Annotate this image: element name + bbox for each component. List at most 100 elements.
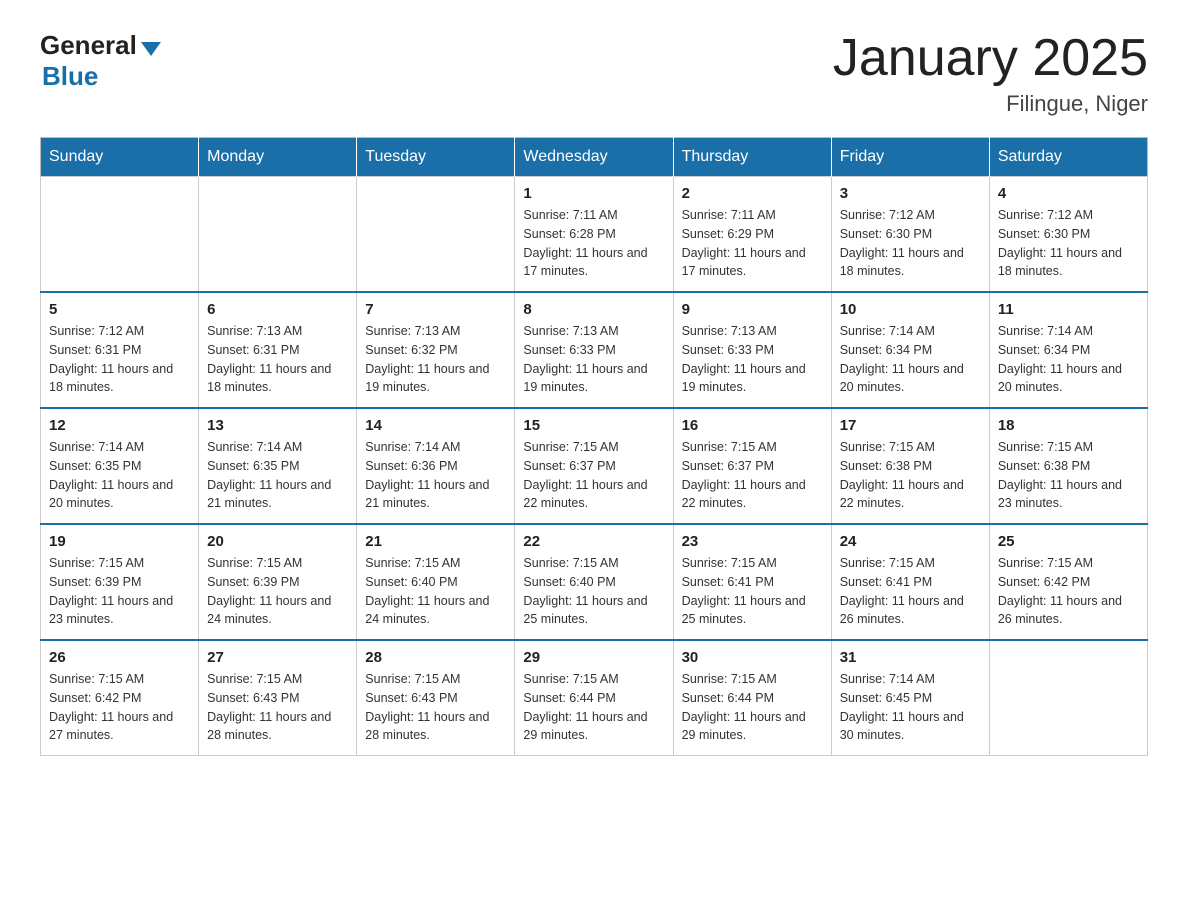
day-number: 16 <box>682 417 823 434</box>
header-day-friday: Friday <box>831 138 989 177</box>
day-info: Sunrise: 7:14 AMSunset: 6:45 PMDaylight:… <box>840 670 981 745</box>
day-number: 23 <box>682 533 823 550</box>
calendar-body: 1 Sunrise: 7:11 AMSunset: 6:28 PMDaylight… <box>41 177 1148 756</box>
header-row: SundayMondayTuesdayWednesdayThursdayFrid… <box>41 138 1148 177</box>
day-number: 4 <box>998 185 1139 202</box>
day-info: Sunrise: 7:15 AMSunset: 6:38 PMDaylight:… <box>998 438 1139 513</box>
calendar-cell <box>41 177 199 293</box>
day-number: 22 <box>523 533 664 550</box>
day-info: Sunrise: 7:14 AMSunset: 6:36 PMDaylight:… <box>365 438 506 513</box>
calendar-cell: 12 Sunrise: 7:14 AMSunset: 6:35 PMDayligh… <box>41 408 199 524</box>
day-number: 10 <box>840 301 981 318</box>
day-info: Sunrise: 7:15 AMSunset: 6:39 PMDaylight:… <box>207 554 348 629</box>
calendar-cell: 11Sunrise: 7:14 AMSunset: 6:34 PMDayligh… <box>989 292 1147 408</box>
day-info: Sunrise: 7:15 AMSunset: 6:37 PMDaylight:… <box>523 438 664 513</box>
header-day-tuesday: Tuesday <box>357 138 515 177</box>
calendar-cell: 21Sunrise: 7:15 AMSunset: 6:40 PMDayligh… <box>357 524 515 640</box>
calendar-cell: 14 Sunrise: 7:14 AMSunset: 6:36 PMDayligh… <box>357 408 515 524</box>
calendar-cell: 17 Sunrise: 7:15 AMSunset: 6:38 PMDayligh… <box>831 408 989 524</box>
calendar-cell: 6 Sunrise: 7:13 AMSunset: 6:31 PMDaylight… <box>199 292 357 408</box>
day-info: Sunrise: 7:12 AMSunset: 6:30 PMDaylight:… <box>840 206 981 281</box>
logo-blue-text: Blue <box>42 61 98 92</box>
header-day-monday: Monday <box>199 138 357 177</box>
day-info: Sunrise: 7:15 AMSunset: 6:41 PMDaylight:… <box>682 554 823 629</box>
calendar-cell: 13Sunrise: 7:14 AMSunset: 6:35 PMDayligh… <box>199 408 357 524</box>
day-number: 29 <box>523 649 664 666</box>
calendar-week-row: 12 Sunrise: 7:14 AMSunset: 6:35 PMDayligh… <box>41 408 1148 524</box>
day-number: 19 <box>49 533 190 550</box>
day-number: 15 <box>523 417 664 434</box>
day-number: 27 <box>207 649 348 666</box>
calendar-cell: 24Sunrise: 7:15 AMSunset: 6:41 PMDayligh… <box>831 524 989 640</box>
calendar-cell: 25 Sunrise: 7:15 AMSunset: 6:42 PMDayligh… <box>989 524 1147 640</box>
day-info: Sunrise: 7:15 AMSunset: 6:44 PMDaylight:… <box>682 670 823 745</box>
calendar-cell: 7Sunrise: 7:13 AMSunset: 6:32 PMDaylight… <box>357 292 515 408</box>
calendar-week-row: 19 Sunrise: 7:15 AMSunset: 6:39 PMDayligh… <box>41 524 1148 640</box>
day-info: Sunrise: 7:11 AMSunset: 6:28 PMDaylight:… <box>523 206 664 281</box>
calendar-week-row: 26 Sunrise: 7:15 AMSunset: 6:42 PMDayligh… <box>41 640 1148 756</box>
day-number: 6 <box>207 301 348 318</box>
calendar-cell: 28Sunrise: 7:15 AMSunset: 6:43 PMDayligh… <box>357 640 515 756</box>
calendar-cell <box>989 640 1147 756</box>
calendar-cell: 20 Sunrise: 7:15 AMSunset: 6:39 PMDayligh… <box>199 524 357 640</box>
day-info: Sunrise: 7:13 AMSunset: 6:32 PMDaylight:… <box>365 322 506 397</box>
day-number: 14 <box>365 417 506 434</box>
day-info: Sunrise: 7:15 AMSunset: 6:44 PMDaylight:… <box>523 670 664 745</box>
day-info: Sunrise: 7:14 AMSunset: 6:34 PMDaylight:… <box>998 322 1139 397</box>
calendar-cell: 22 Sunrise: 7:15 AMSunset: 6:40 PMDayligh… <box>515 524 673 640</box>
calendar-cell: 5 Sunrise: 7:12 AMSunset: 6:31 PMDaylight… <box>41 292 199 408</box>
calendar-week-row: 5 Sunrise: 7:12 AMSunset: 6:31 PMDaylight… <box>41 292 1148 408</box>
calendar-title: January 2025 <box>833 30 1148 87</box>
day-info: Sunrise: 7:15 AMSunset: 6:43 PMDaylight:… <box>365 670 506 745</box>
day-number: 9 <box>682 301 823 318</box>
day-info: Sunrise: 7:11 AMSunset: 6:29 PMDaylight:… <box>682 206 823 281</box>
day-number: 31 <box>840 649 981 666</box>
day-info: Sunrise: 7:13 AMSunset: 6:33 PMDaylight:… <box>682 322 823 397</box>
calendar-cell: 26 Sunrise: 7:15 AMSunset: 6:42 PMDayligh… <box>41 640 199 756</box>
title-section: January 2025 Filingue, Niger <box>833 30 1148 117</box>
day-info: Sunrise: 7:15 AMSunset: 6:43 PMDaylight:… <box>207 670 348 745</box>
logo-arrow-icon <box>141 42 161 56</box>
day-info: Sunrise: 7:15 AMSunset: 6:42 PMDaylight:… <box>49 670 190 745</box>
calendar-cell <box>199 177 357 293</box>
day-info: Sunrise: 7:15 AMSunset: 6:38 PMDaylight:… <box>840 438 981 513</box>
calendar-cell <box>357 177 515 293</box>
logo: General Blue <box>40 30 161 92</box>
day-number: 21 <box>365 533 506 550</box>
day-number: 1 <box>523 185 664 202</box>
day-number: 3 <box>840 185 981 202</box>
day-info: Sunrise: 7:14 AMSunset: 6:34 PMDaylight:… <box>840 322 981 397</box>
calendar-cell: 19 Sunrise: 7:15 AMSunset: 6:39 PMDayligh… <box>41 524 199 640</box>
calendar-cell: 3 Sunrise: 7:12 AMSunset: 6:30 PMDaylight… <box>831 177 989 293</box>
calendar-cell: 10 Sunrise: 7:14 AMSunset: 6:34 PMDayligh… <box>831 292 989 408</box>
day-info: Sunrise: 7:12 AMSunset: 6:30 PMDaylight:… <box>998 206 1139 281</box>
calendar-cell: 31 Sunrise: 7:14 AMSunset: 6:45 PMDayligh… <box>831 640 989 756</box>
calendar-cell: 2 Sunrise: 7:11 AMSunset: 6:29 PMDaylight… <box>673 177 831 293</box>
day-number: 20 <box>207 533 348 550</box>
day-number: 25 <box>998 533 1139 550</box>
calendar-week-row: 1 Sunrise: 7:11 AMSunset: 6:28 PMDaylight… <box>41 177 1148 293</box>
calendar-table: SundayMondayTuesdayWednesdayThursdayFrid… <box>40 137 1148 756</box>
calendar-cell: 9 Sunrise: 7:13 AMSunset: 6:33 PMDaylight… <box>673 292 831 408</box>
day-info: Sunrise: 7:12 AMSunset: 6:31 PMDaylight:… <box>49 322 190 397</box>
logo-general-text: General <box>40 30 137 61</box>
calendar-cell: 4 Sunrise: 7:12 AMSunset: 6:30 PMDaylight… <box>989 177 1147 293</box>
day-info: Sunrise: 7:15 AMSunset: 6:39 PMDaylight:… <box>49 554 190 629</box>
day-info: Sunrise: 7:15 AMSunset: 6:40 PMDaylight:… <box>523 554 664 629</box>
day-info: Sunrise: 7:15 AMSunset: 6:42 PMDaylight:… <box>998 554 1139 629</box>
header-day-wednesday: Wednesday <box>515 138 673 177</box>
header-day-thursday: Thursday <box>673 138 831 177</box>
day-number: 26 <box>49 649 190 666</box>
day-info: Sunrise: 7:14 AMSunset: 6:35 PMDaylight:… <box>49 438 190 513</box>
day-number: 18 <box>998 417 1139 434</box>
day-number: 12 <box>49 417 190 434</box>
calendar-cell: 18 Sunrise: 7:15 AMSunset: 6:38 PMDayligh… <box>989 408 1147 524</box>
day-info: Sunrise: 7:13 AMSunset: 6:31 PMDaylight:… <box>207 322 348 397</box>
calendar-cell: 29 Sunrise: 7:15 AMSunset: 6:44 PMDayligh… <box>515 640 673 756</box>
day-number: 5 <box>49 301 190 318</box>
day-number: 8 <box>523 301 664 318</box>
calendar-cell: 15 Sunrise: 7:15 AMSunset: 6:37 PMDayligh… <box>515 408 673 524</box>
day-number: 2 <box>682 185 823 202</box>
calendar-cell: 30Sunrise: 7:15 AMSunset: 6:44 PMDayligh… <box>673 640 831 756</box>
day-number: 17 <box>840 417 981 434</box>
